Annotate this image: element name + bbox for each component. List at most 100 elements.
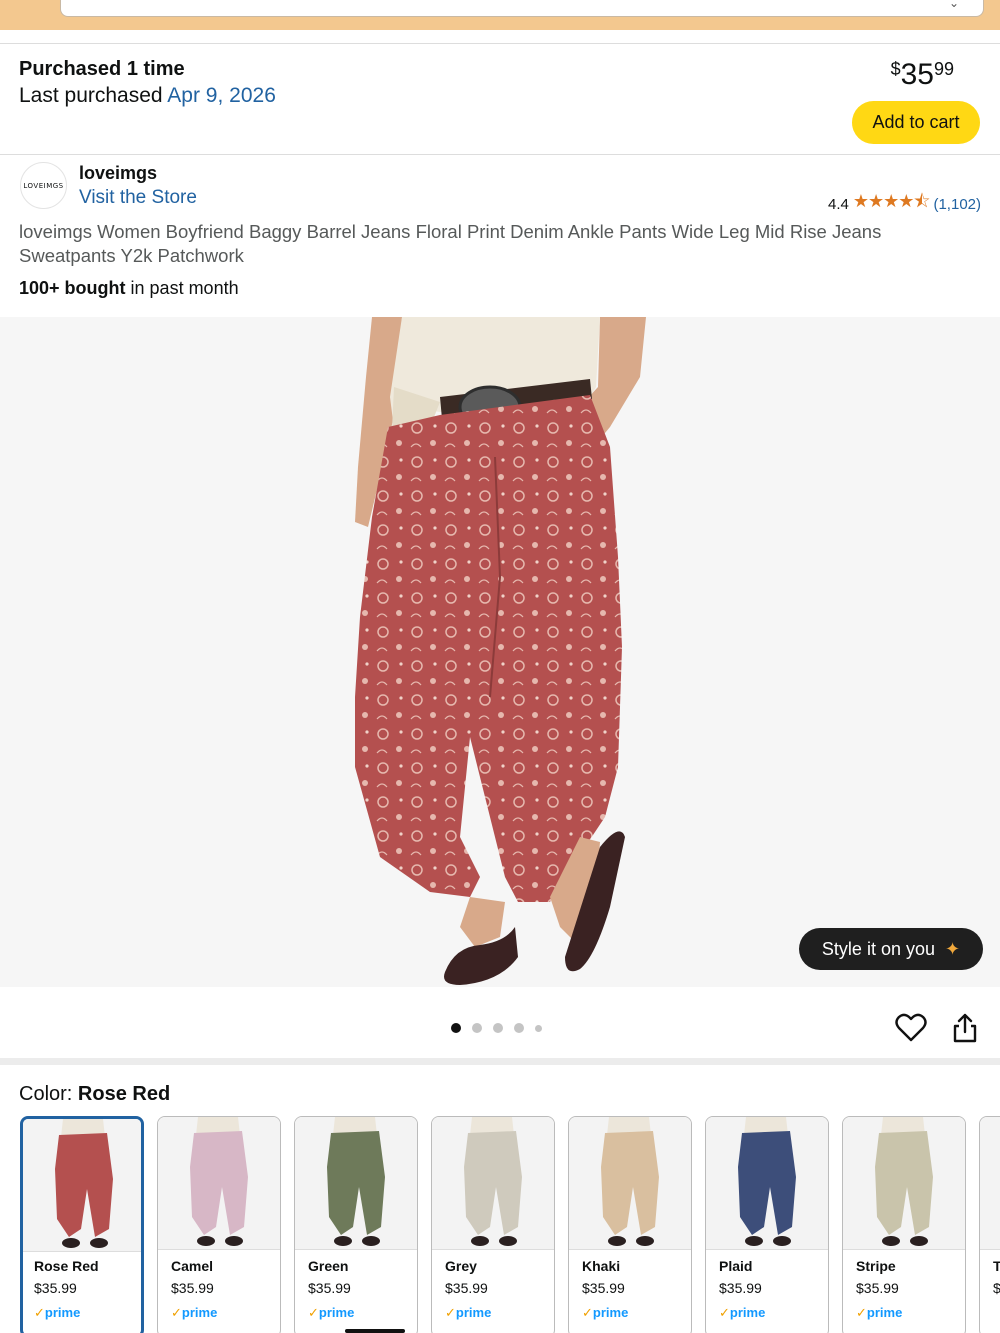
prime-badge: ✓prime <box>308 1305 354 1321</box>
prime-badge: ✓prime <box>719 1305 765 1321</box>
swatch-pants-image <box>738 1117 796 1246</box>
purchase-summary: Purchased 1 time Last purchased Apr 9, 2… <box>0 44 1000 155</box>
swatch-pants-image <box>55 1119 113 1248</box>
swatch-name: Camel <box>171 1258 214 1274</box>
swatch-price: $35.99 <box>445 1280 488 1296</box>
prime-label: prime <box>866 1305 903 1320</box>
image-pagination-dots[interactable] <box>451 1023 542 1033</box>
style-it-on-you-label: Style it on you <box>821 938 935 959</box>
swatch-thumbnail <box>980 1117 1000 1250</box>
store-name: loveimgs <box>79 163 158 183</box>
color-swatch[interactable]: T$ <box>979 1116 1000 1333</box>
color-swatch[interactable]: Plaid $35.99 ✓prime <box>705 1116 829 1333</box>
color-swatch[interactable]: Stripe $35.99 ✓prime <box>842 1116 966 1333</box>
pagination-dot[interactable] <box>493 1023 503 1033</box>
last-purchased-date-link[interactable]: Apr 9, 2026 <box>167 84 276 107</box>
swatch-price: $35.99 <box>856 1280 899 1296</box>
bought-count: 100+ bought <box>19 278 126 298</box>
pagination-dot[interactable] <box>514 1023 524 1033</box>
price-dollars: 35 <box>900 58 934 91</box>
chevron-down-icon[interactable]: ⌄ <box>949 0 959 10</box>
price: $3599 <box>891 58 954 92</box>
share-icon[interactable] <box>951 1012 979 1044</box>
swatch-price: $35.99 <box>719 1280 762 1296</box>
prime-check-icon: ✓ <box>445 1305 456 1320</box>
swatch-thumbnail <box>569 1117 691 1250</box>
prime-check-icon: ✓ <box>856 1305 867 1320</box>
color-swatch[interactable]: Khaki $35.99 ✓prime <box>568 1116 692 1333</box>
sparkle-icon: ✦ <box>944 938 961 959</box>
store-section: LOVEIMGS loveimgs Visit the Store 4.4 ★★… <box>0 156 1000 316</box>
pants <box>355 395 622 902</box>
prime-check-icon: ✓ <box>719 1305 730 1320</box>
product-photo <box>355 317 646 985</box>
swatch-pants-image <box>327 1117 385 1246</box>
rating-value: 4.4 <box>828 195 849 213</box>
add-to-cart-button[interactable]: Add to cart <box>852 101 980 144</box>
last-purchased-label: Last purchased <box>19 84 163 107</box>
swatch-name: Khaki <box>582 1258 621 1274</box>
swatch-name: Rose Red <box>34 1258 99 1274</box>
color-swatch[interactable]: Green $35.99 ✓prime <box>294 1116 418 1333</box>
home-indicator <box>345 1329 405 1333</box>
color-swatch[interactable]: Rose Red $35.99 ✓prime <box>20 1116 144 1333</box>
swatch-thumbnail <box>706 1117 828 1250</box>
color-swatch-list: Rose Red $35.99 ✓prime Camel $35.99 ✓prime Gre… <box>20 1116 1000 1333</box>
swatch-price: $35.99 <box>171 1280 214 1296</box>
product-title: loveimgs Women Boyfriend Baggy Barrel Je… <box>19 221 882 266</box>
swatch-name: Green <box>308 1258 349 1274</box>
color-swatch[interactable]: Camel $35.99 ✓prime <box>157 1116 281 1333</box>
divider <box>0 30 1000 44</box>
price-currency: $ <box>890 59 901 79</box>
prime-check-icon: ✓ <box>308 1305 319 1320</box>
purchase-count: Purchased 1 time <box>19 58 185 80</box>
pagination-dot[interactable] <box>472 1023 482 1033</box>
prime-label: prime <box>44 1305 81 1320</box>
swatch-pants-image <box>464 1117 522 1246</box>
swatch-thumbnail <box>843 1117 965 1250</box>
bought-in-past-month: 100+ bought in past month <box>19 278 239 299</box>
rating-count-link[interactable]: (1,102) <box>933 196 981 213</box>
swatch-pants-image <box>875 1117 933 1246</box>
prime-badge: ✓prime <box>34 1305 80 1321</box>
last-purchased: Last purchased Apr 9, 2026 <box>19 84 276 108</box>
gallery-controls <box>0 988 1000 1058</box>
prime-badge: ✓prime <box>171 1305 217 1321</box>
heart-icon[interactable] <box>895 1012 927 1044</box>
swatch-thumbnail <box>158 1117 280 1250</box>
visit-store-link[interactable]: Visit the Store <box>79 187 197 209</box>
swatch-pants-image <box>601 1117 659 1246</box>
prime-label: prime <box>729 1305 766 1320</box>
prime-badge: ✓prime <box>445 1305 491 1321</box>
swatch-price: $35.99 <box>582 1280 625 1296</box>
prime-label: prime <box>455 1305 492 1320</box>
swatch-price: $ <box>993 1280 1000 1296</box>
section-divider <box>0 1058 1000 1065</box>
bought-period: in past month <box>130 278 239 298</box>
style-it-on-you-button[interactable]: Style it on you ✦ <box>799 928 983 970</box>
rating-summary[interactable]: 4.4 ★★★★⯪ (1,102) <box>828 189 981 219</box>
prime-check-icon: ✓ <box>171 1305 182 1320</box>
color-label-prefix: Color: <box>19 1083 73 1105</box>
prime-check-icon: ✓ <box>582 1305 593 1320</box>
swatch-price: $35.99 <box>308 1280 351 1296</box>
prime-label: prime <box>592 1305 629 1320</box>
prime-label: prime <box>181 1305 218 1320</box>
swatch-name: Stripe <box>856 1258 896 1274</box>
swatch-thumbnail <box>432 1117 554 1250</box>
pagination-dot[interactable] <box>451 1023 461 1033</box>
color-selector-label: Color: Rose Red <box>19 1083 170 1106</box>
color-swatch[interactable]: Grey $35.99 ✓prime <box>431 1116 555 1333</box>
prime-check-icon: ✓ <box>34 1305 45 1320</box>
store-logo[interactable]: LOVEIMGS <box>20 162 67 209</box>
swatch-thumbnail <box>23 1119 141 1252</box>
search-bar[interactable]: ⌄ <box>60 0 984 17</box>
pagination-dot[interactable] <box>535 1024 542 1032</box>
swatch-thumbnail <box>295 1117 417 1250</box>
top-banner: ⌄ <box>0 0 1000 30</box>
swatch-name: Plaid <box>719 1258 753 1274</box>
selected-color-name: Rose Red <box>77 1083 171 1105</box>
product-image[interactable]: Style it on you ✦ <box>0 317 1000 987</box>
prime-label: prime <box>318 1305 355 1320</box>
swatch-pants-image <box>980 1117 1000 1250</box>
